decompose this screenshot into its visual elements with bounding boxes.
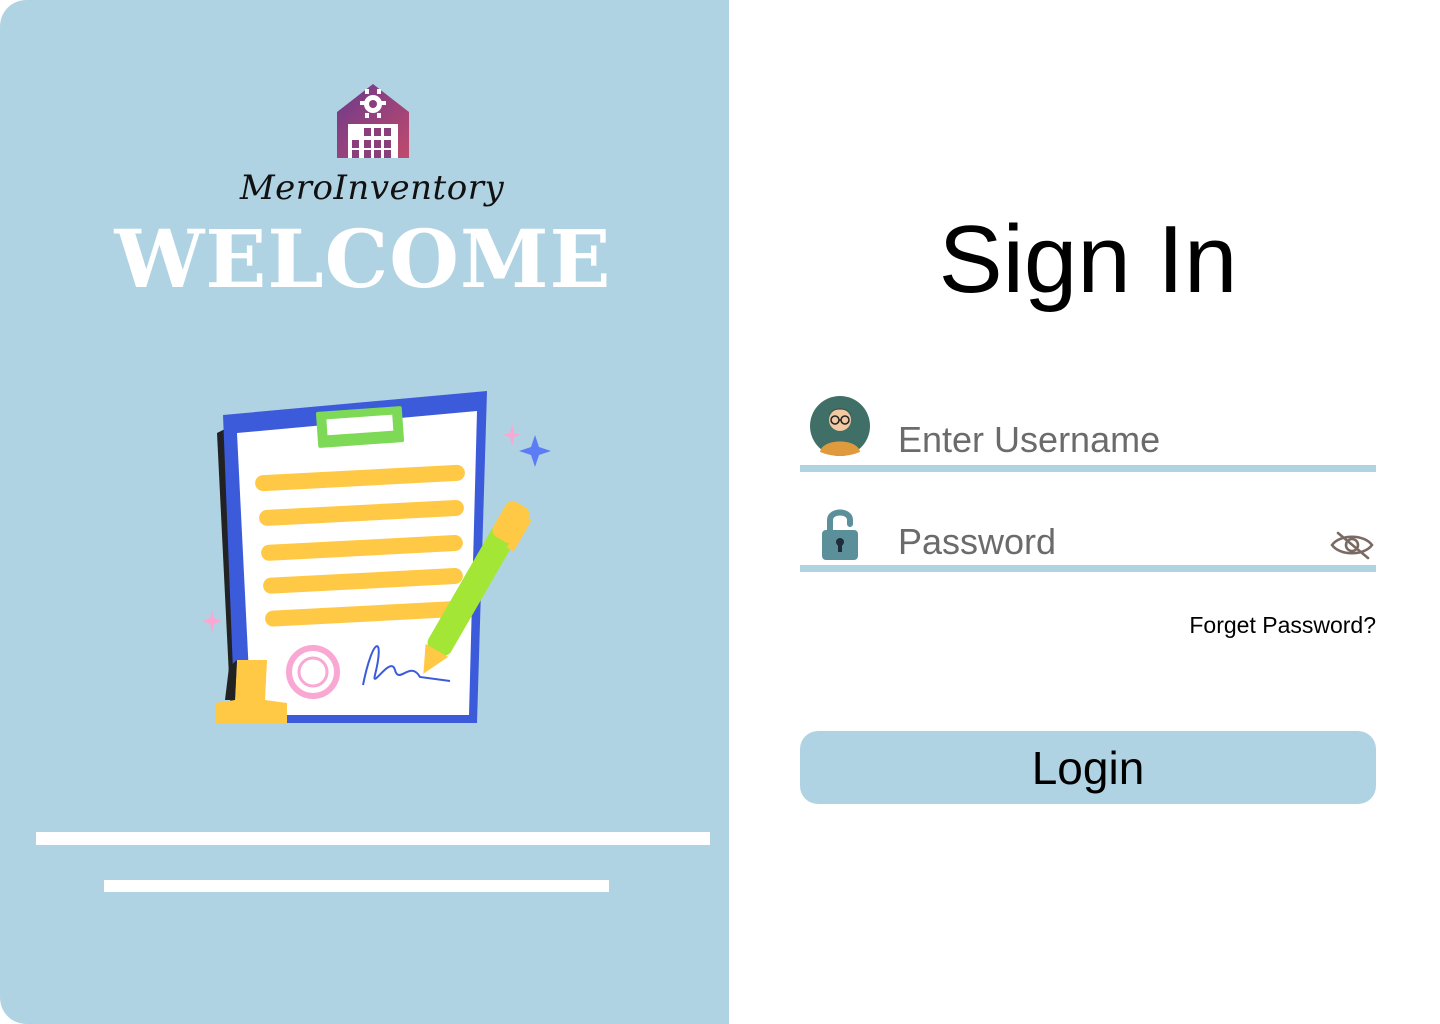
password-field [800,500,1376,580]
decorative-line [104,880,609,892]
welcome-panel: MeroInventory WELCOME [0,0,729,1024]
forgot-password-link[interactable]: Forget Password? [1000,612,1376,639]
warehouse-gear-icon [337,84,409,158]
username-underline [800,465,1376,472]
decorative-line [36,832,710,845]
login-page: MeroInventory WELCOME Sign In Enter User… [0,0,1440,1024]
password-input[interactable] [898,518,1308,566]
brand-name: MeroInventory [239,168,505,208]
username-field [800,392,1376,472]
clipboard-illustration [202,391,551,723]
eye-off-icon[interactable] [1330,530,1374,560]
username-input[interactable] [898,416,1308,464]
login-button[interactable]: Login [800,731,1376,804]
password-underline [800,565,1376,572]
welcome-heading: WELCOME [114,212,612,306]
user-avatar-icon [810,396,870,456]
signin-title: Sign In [938,206,1238,313]
lock-open-icon [822,509,858,560]
